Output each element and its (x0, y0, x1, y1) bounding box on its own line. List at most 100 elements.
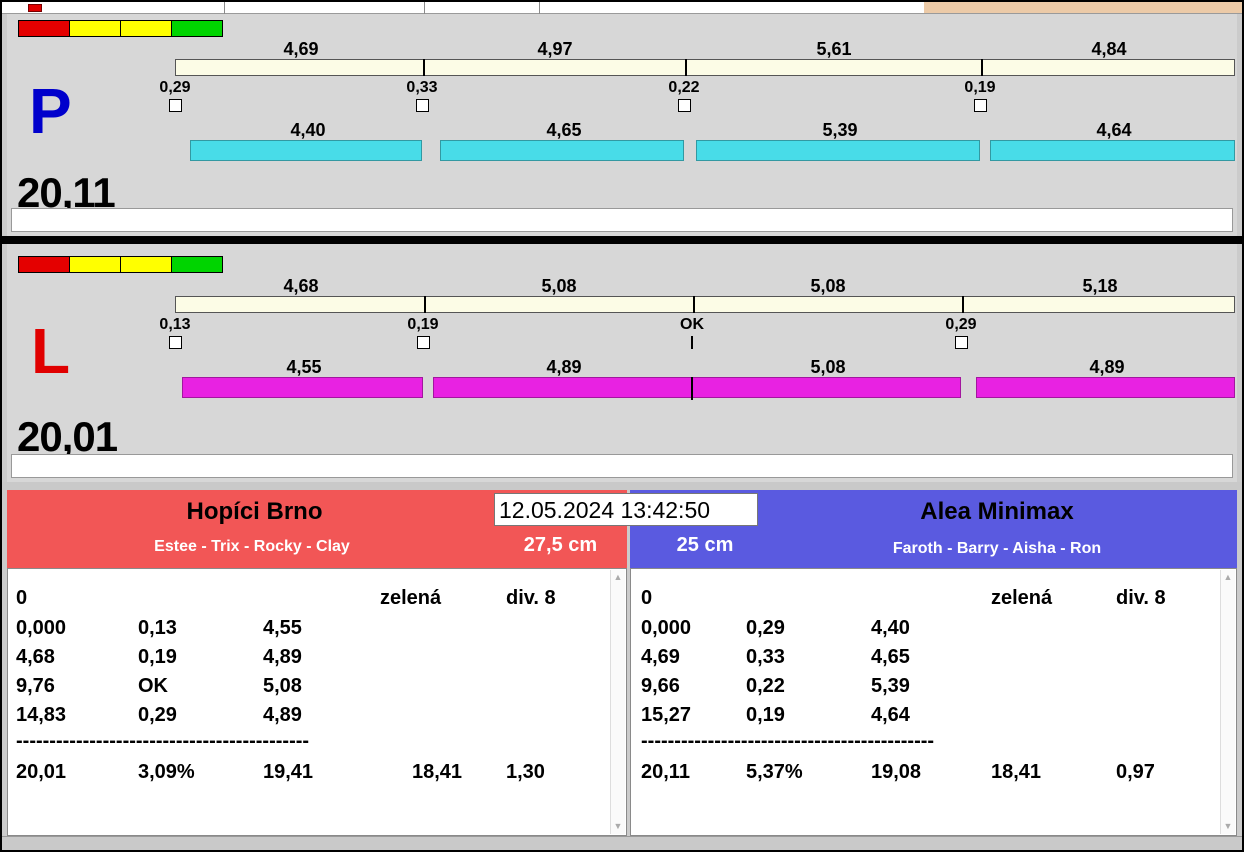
traffic-light-indicator (19, 20, 223, 37)
split-time: 5,61 (792, 39, 876, 60)
total-time: 20,01 (16, 761, 66, 784)
leg-change: 0,19 (138, 646, 177, 669)
scroll-up-icon[interactable]: ▲ (614, 573, 623, 582)
change-marker (955, 336, 968, 349)
total-percent: 3,09% (138, 761, 195, 784)
run-bar (696, 140, 980, 161)
top-chrome-strip (2, 2, 1242, 14)
segment-divider (693, 296, 695, 313)
light-yellow-icon (69, 20, 121, 37)
split-timeline-bar (175, 296, 1235, 313)
results-tables: 0 zelená div. 8 0,000 0,13 4,55 4,68 0,1… (7, 568, 1237, 836)
lane-total-time: 20,11 (17, 176, 115, 210)
run-time: 4,55 (262, 357, 346, 378)
change-marker (678, 99, 691, 112)
ok-change-tick (691, 336, 693, 349)
leg-run: 5,39 (871, 675, 910, 698)
split-time: 4,69 (259, 39, 343, 60)
light-yellow-icon (120, 256, 172, 273)
split-time: 4,97 (513, 39, 597, 60)
segment-divider (962, 296, 964, 313)
change-marker (974, 99, 987, 112)
change-time: 0,13 (145, 316, 205, 334)
light-yellow-icon (120, 20, 172, 37)
faults: 0 (641, 587, 652, 610)
leg-run: 4,40 (871, 617, 910, 640)
light-red-icon (18, 256, 70, 273)
run-time: 5,39 (798, 120, 882, 141)
change-time: 0,22 (654, 79, 714, 97)
run-bar (976, 377, 1235, 398)
scroll-down-icon[interactable]: ▼ (1224, 822, 1233, 831)
table-scrollbar[interactable]: ▲ ▼ (610, 570, 625, 834)
change-time: 0,29 (145, 79, 205, 97)
light-red-icon (18, 20, 70, 37)
segment-divider (685, 59, 687, 76)
leg-change: 0,29 (746, 617, 785, 640)
run-time: 4,89 (522, 357, 606, 378)
leg-change: 0,13 (138, 617, 177, 640)
leg-cumulative: 0,000 (16, 617, 66, 640)
message-strip (11, 208, 1233, 232)
total-percent: 5,37% (746, 761, 803, 784)
run-bar (190, 140, 422, 161)
chrome-tick (224, 2, 225, 14)
light-status: zelená (991, 587, 1052, 610)
team-members: Estee - Trix - Rocky - Clay (7, 538, 497, 556)
leg-run: 4,65 (871, 646, 910, 669)
chrome-tan-area (924, 2, 1242, 13)
segment-divider (423, 59, 425, 76)
chrome-tick (539, 2, 540, 14)
change-time: 0,19 (393, 316, 453, 334)
lane-total-time: 20,01 (17, 420, 117, 454)
run-time: 4,64 (1072, 120, 1156, 141)
leg-run: 4,89 (263, 646, 302, 669)
leg-change: 0,29 (138, 704, 177, 727)
light-status: zelená (380, 587, 441, 610)
leg-run: 5,08 (263, 675, 302, 698)
change-time: 0,19 (950, 79, 1010, 97)
team-name: Alea Minimax (758, 498, 1236, 526)
run-bar (990, 140, 1235, 161)
record-indicator (28, 4, 42, 12)
change-marker (169, 336, 182, 349)
change-time: 0,29 (931, 316, 991, 334)
timing-app-window: 4,69 4,97 5,61 4,84 0,29 0,33 0,22 0,19 … (0, 0, 1244, 852)
light-green-icon (171, 20, 223, 37)
leg-change: OK (138, 675, 168, 698)
scroll-down-icon[interactable]: ▼ (614, 822, 623, 831)
total-net: 19,41 (263, 761, 313, 784)
team-members: Faroth - Barry - Aisha - Ron (758, 540, 1236, 558)
run-time: 4,40 (266, 120, 350, 141)
bottom-strip (2, 836, 1242, 850)
split-time: 5,08 (786, 276, 870, 297)
chrome-tick (424, 2, 425, 14)
leg-cumulative: 4,68 (16, 646, 55, 669)
split-time: 5,08 (517, 276, 601, 297)
leg-change: 0,19 (746, 704, 785, 727)
jump-height: 27,5 cm (494, 534, 627, 557)
run-time: 4,65 (522, 120, 606, 141)
change-marker (416, 99, 429, 112)
teams-header-row: Hopíci Brno Estee - Trix - Rocky - Clay … (7, 490, 1237, 568)
scroll-up-icon[interactable]: ▲ (1224, 573, 1233, 582)
run-bar (182, 377, 423, 398)
lane-label: P (29, 86, 72, 137)
split-time: 4,84 (1067, 39, 1151, 60)
lane-left-panel: 4,68 5,08 5,08 5,18 0,13 0,19 OK 0,29 4,… (7, 244, 1237, 482)
table-scrollbar[interactable]: ▲ ▼ (1220, 570, 1235, 834)
leg-change: 0,33 (746, 646, 785, 669)
lane-right-panel: 4,69 4,97 5,61 4,84 0,29 0,33 0,22 0,19 … (7, 14, 1237, 236)
total-ref: 18,41 (412, 761, 462, 784)
segment-divider (424, 296, 426, 313)
total-time: 20,11 (641, 761, 690, 784)
ok-crossing-tick (691, 377, 693, 400)
leg-run: 4,89 (263, 704, 302, 727)
split-time: 4,68 (259, 276, 343, 297)
leg-run: 4,64 (871, 704, 910, 727)
change-time: 0,33 (392, 79, 452, 97)
leg-run: 4,55 (263, 617, 302, 640)
run-bar (433, 377, 692, 398)
division: div. 8 (1116, 587, 1166, 610)
run-bar (692, 377, 961, 398)
